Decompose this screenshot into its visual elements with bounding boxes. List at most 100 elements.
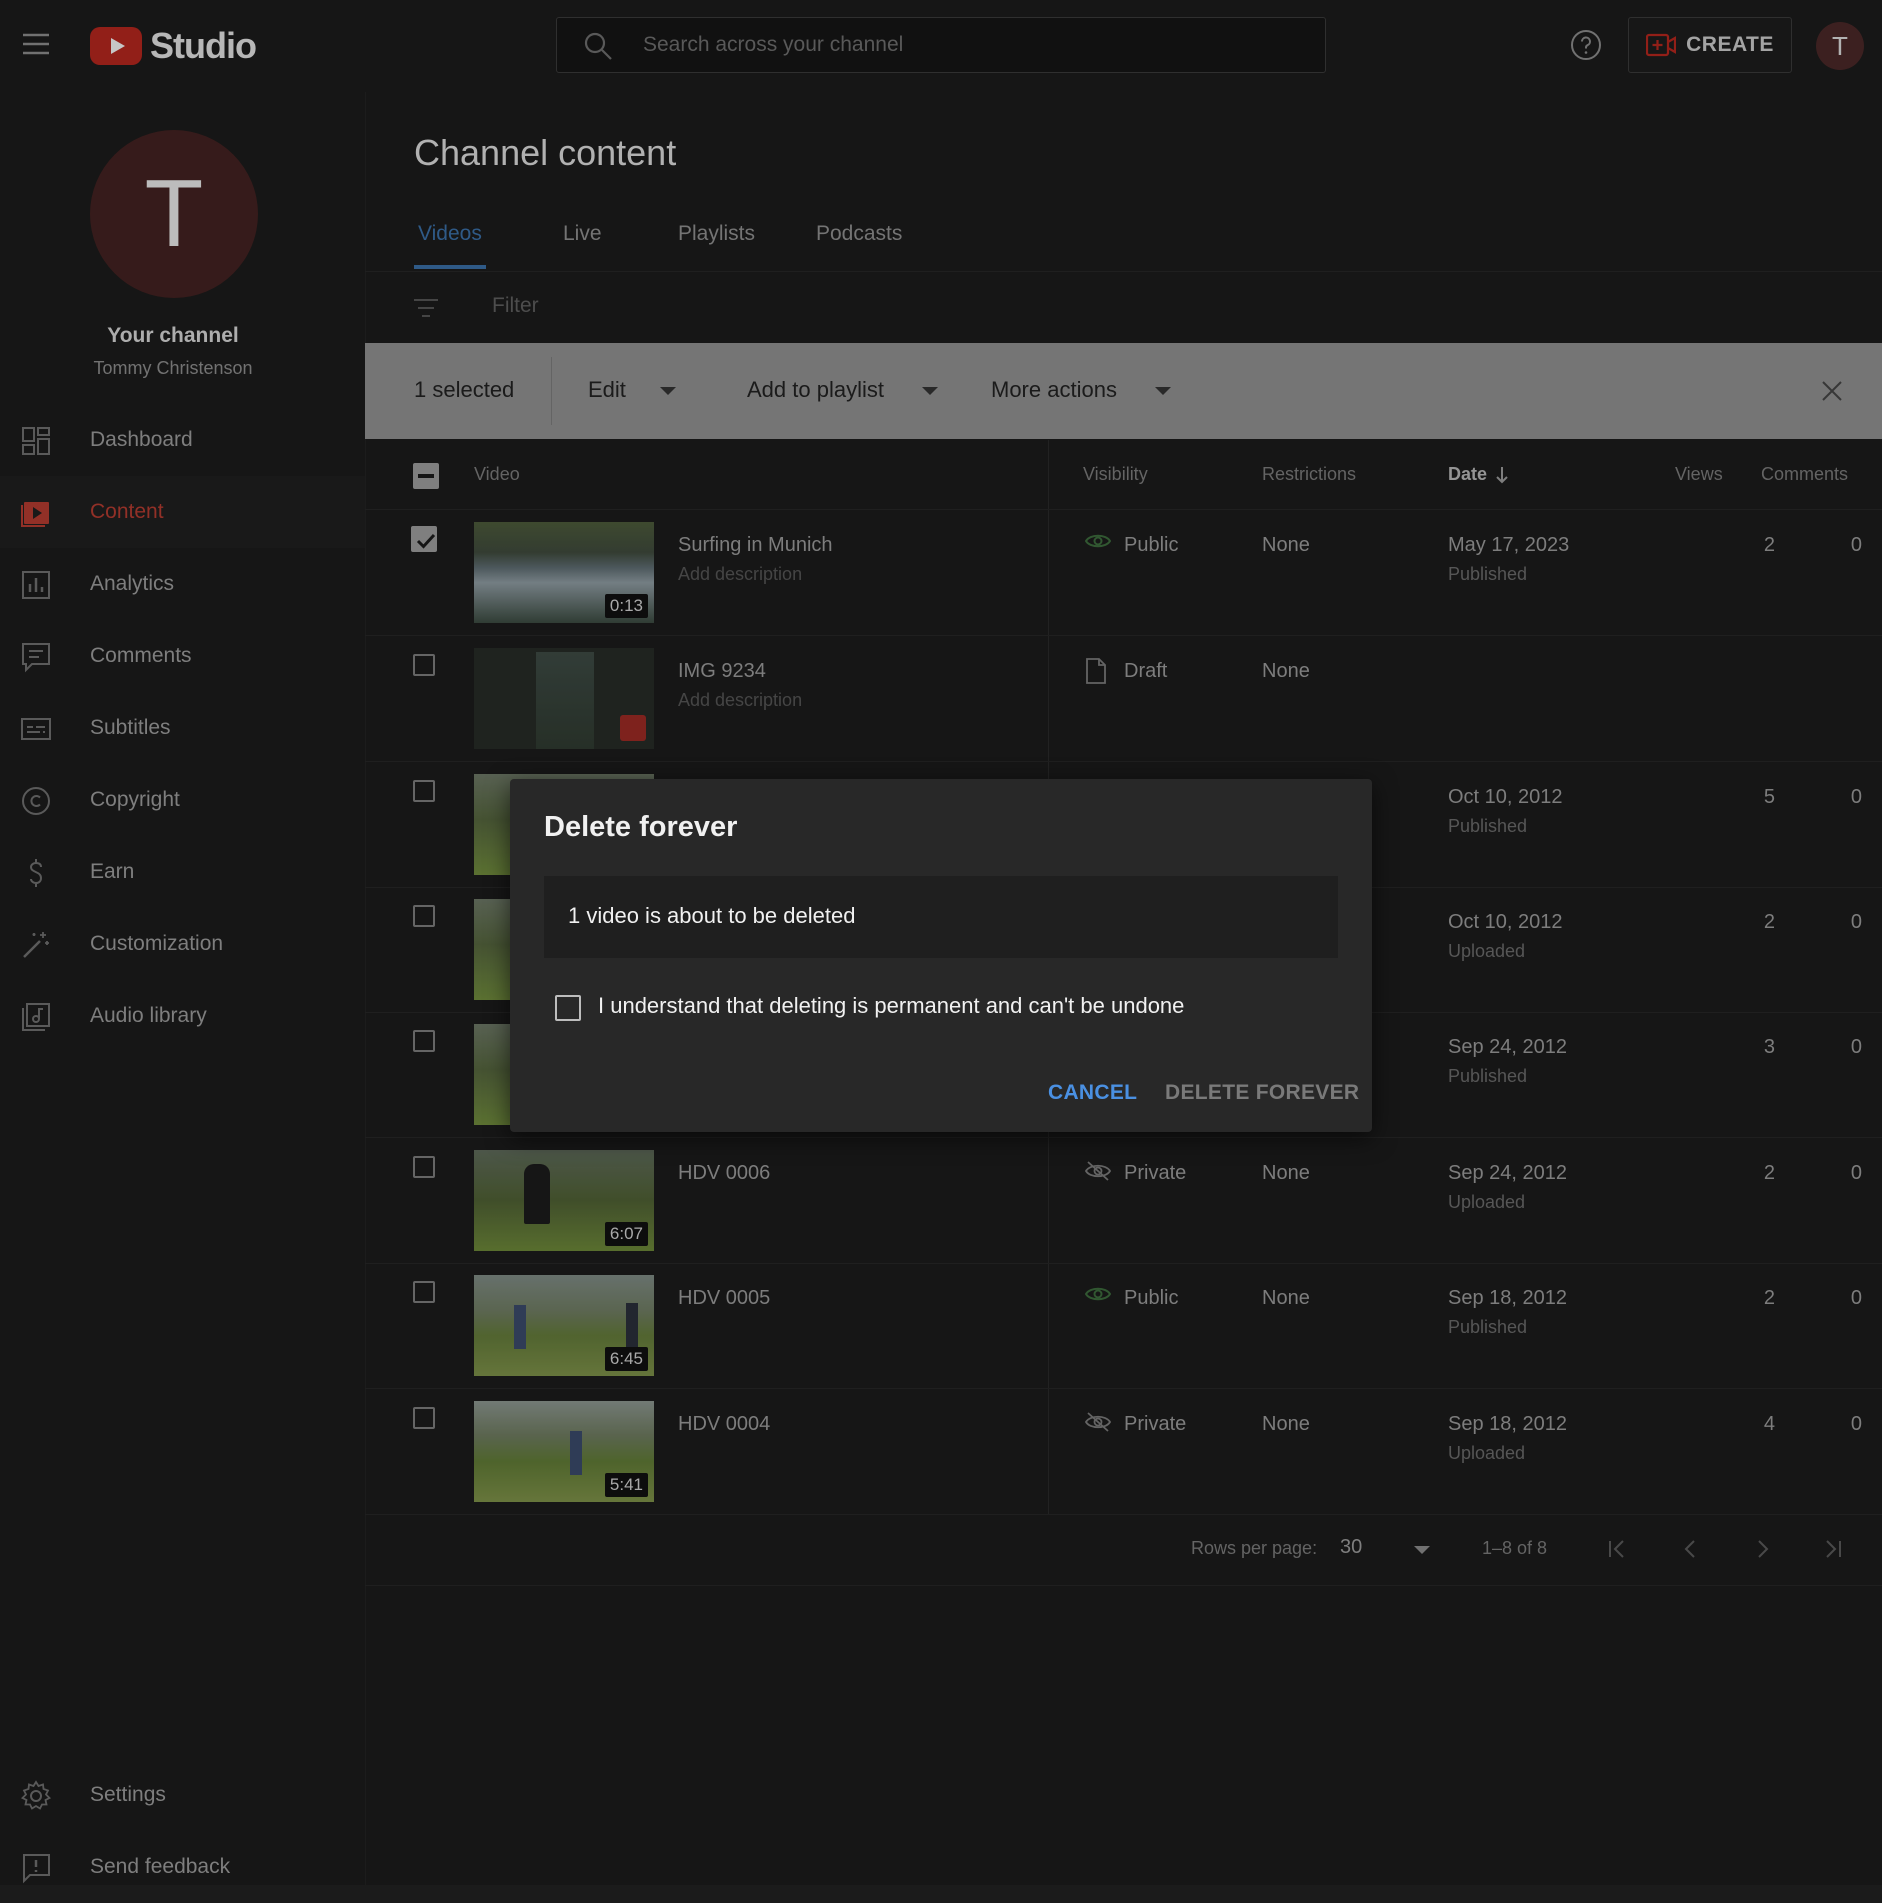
previous-page-icon[interactable]: [1680, 1538, 1702, 1560]
tab-live[interactable]: Live: [563, 222, 602, 246]
sidebar-item-label: Send feedback: [90, 1855, 231, 1878]
video-thumbnail[interactable]: 6:45: [474, 1275, 654, 1376]
column-header-restrictions[interactable]: Restrictions: [1262, 464, 1356, 485]
sidebar-item-copyright[interactable]: Copyright: [0, 764, 365, 836]
edit-dropdown[interactable]: Edit: [588, 377, 626, 403]
rows-per-page-select[interactable]: 30: [1340, 1536, 1362, 1559]
eye-icon: [1085, 534, 1111, 548]
sidebar-item-customization[interactable]: Customization: [0, 908, 365, 980]
sidebar-item-settings[interactable]: Settings: [0, 1759, 365, 1831]
comments-value: 0: [1850, 1162, 1862, 1184]
audio-library-icon: [22, 1003, 50, 1031]
account-avatar[interactable]: T: [1816, 22, 1864, 70]
restrictions-value: None: [1262, 1413, 1310, 1435]
select-all-checkbox[interactable]: [413, 463, 439, 489]
add-to-playlist-dropdown[interactable]: Add to playlist: [747, 377, 884, 403]
copyright-icon: [22, 787, 50, 815]
sidebar-item-comments[interactable]: Comments: [0, 620, 365, 692]
delete-forever-button[interactable]: DELETE FOREVER: [1165, 1081, 1359, 1105]
video-thumbnail[interactable]: 5:41: [474, 1401, 654, 1502]
sidebar-item-label: Analytics: [90, 572, 175, 595]
help-icon[interactable]: [1570, 29, 1602, 61]
filter-input[interactable]: Filter: [492, 294, 539, 318]
video-title[interactable]: Surfing in Munich: [678, 534, 833, 557]
close-icon[interactable]: [1820, 379, 1844, 403]
tab-videos[interactable]: Videos: [418, 222, 482, 246]
row-checkbox[interactable]: [413, 1156, 435, 1178]
date-status: Published: [1448, 816, 1528, 836]
row-checkbox[interactable]: [413, 780, 435, 802]
sidebar-item-analytics[interactable]: Analytics: [0, 548, 365, 620]
visibility-value[interactable]: Public: [1124, 1287, 1178, 1310]
confirm-permanent-checkbox[interactable]: [555, 995, 581, 1021]
visibility-value[interactable]: Private: [1124, 1413, 1186, 1436]
create-button[interactable]: CREATE: [1628, 17, 1792, 73]
row-checkbox[interactable]: [413, 654, 435, 676]
column-header-views[interactable]: Views: [1675, 464, 1723, 485]
table-row[interactable]: 0:13 Surfing in Munich Add description P…: [365, 510, 1882, 636]
delete-forever-dialog: Delete forever 1 video is about to be de…: [510, 779, 1372, 1132]
column-header-date[interactable]: Date: [1448, 464, 1487, 485]
row-checkbox[interactable]: [413, 1030, 435, 1052]
restrictions-value: None: [1262, 1287, 1310, 1309]
rows-per-page-label: Rows per page:: [1191, 1538, 1318, 1558]
divider: [551, 357, 552, 425]
next-page-icon[interactable]: [1751, 1538, 1773, 1560]
tab-podcasts[interactable]: Podcasts: [816, 222, 902, 246]
channel-name: Tommy Christenson: [93, 358, 253, 378]
first-page-icon[interactable]: [1607, 1538, 1629, 1560]
studio-logo[interactable]: Studio: [90, 22, 257, 70]
column-header-comments[interactable]: Comments: [1761, 464, 1848, 485]
comments-value: 0: [1850, 786, 1862, 808]
sidebar-item-content[interactable]: Content: [0, 476, 365, 548]
row-checkbox[interactable]: [413, 905, 435, 927]
row-checkbox[interactable]: [413, 1281, 435, 1303]
filter-icon[interactable]: [412, 294, 440, 322]
visibility-value[interactable]: Draft: [1124, 660, 1167, 683]
sidebar-item-dashboard[interactable]: Dashboard: [0, 404, 365, 476]
eye-icon: [1085, 1287, 1111, 1301]
video-description[interactable]: Add description: [678, 690, 802, 711]
hamburger-menu-icon[interactable]: [20, 28, 52, 60]
comments-value: 0: [1850, 911, 1862, 933]
video-thumbnail[interactable]: [474, 648, 654, 749]
table-row[interactable]: 6:45 HDV 0005 Public None Sep 18, 2012 P…: [365, 1263, 1882, 1389]
video-title[interactable]: IMG 9234: [678, 660, 766, 683]
table-row[interactable]: 6:07 HDV 0006 Private None Sep 24, 2012 …: [365, 1138, 1882, 1264]
sidebar-item-audio-library[interactable]: Audio library: [0, 980, 365, 1052]
sidebar-item-earn[interactable]: Earn: [0, 836, 365, 908]
last-page-icon[interactable]: [1821, 1538, 1843, 1560]
date-value: Sep 18, 2012: [1448, 1287, 1567, 1309]
video-title[interactable]: HDV 0006: [678, 1162, 770, 1185]
confirm-permanent-label[interactable]: I understand that deleting is permanent …: [598, 993, 1184, 1019]
views-value: 2: [1763, 1162, 1775, 1184]
magic-wand-icon: [23, 932, 49, 958]
shorts-icon: [620, 715, 646, 741]
cancel-button[interactable]: CANCEL: [1048, 1081, 1137, 1105]
table-row[interactable]: 5:41 HDV 0004 Private None Sep 18, 2012 …: [365, 1389, 1882, 1515]
sidebar-item-send-feedback[interactable]: Send feedback: [0, 1831, 365, 1903]
search-input[interactable]: Search across your channel: [556, 17, 1326, 73]
video-thumbnail[interactable]: 0:13: [474, 522, 654, 623]
row-checkbox[interactable]: [413, 1407, 435, 1429]
dialog-message-box: 1 video is about to be deleted: [544, 876, 1338, 958]
visibility-value[interactable]: Public: [1124, 534, 1178, 557]
eye-off-icon: [1085, 1161, 1111, 1181]
tab-playlists[interactable]: Playlists: [678, 222, 755, 246]
sidebar-item-label: Copyright: [90, 788, 180, 811]
your-channel-label: Your channel: [107, 324, 239, 347]
video-title[interactable]: HDV 0004: [678, 1413, 770, 1436]
subtitles-icon: [21, 718, 51, 740]
video-thumbnail[interactable]: 6:07: [474, 1150, 654, 1251]
table-row[interactable]: IMG 9234 Add description Draft None: [365, 636, 1882, 762]
row-checkbox[interactable]: [411, 526, 437, 552]
visibility-value[interactable]: Private: [1124, 1162, 1186, 1185]
comments-icon: [22, 643, 50, 673]
caret-down-icon: [660, 387, 676, 395]
more-actions-dropdown[interactable]: More actions: [991, 377, 1117, 403]
video-title[interactable]: HDV 0005: [678, 1287, 770, 1310]
sidebar-item-subtitles[interactable]: Subtitles: [0, 692, 365, 764]
channel-avatar[interactable]: T: [90, 130, 258, 298]
column-header-visibility[interactable]: Visibility: [1083, 464, 1148, 485]
video-description[interactable]: Add description: [678, 564, 802, 585]
